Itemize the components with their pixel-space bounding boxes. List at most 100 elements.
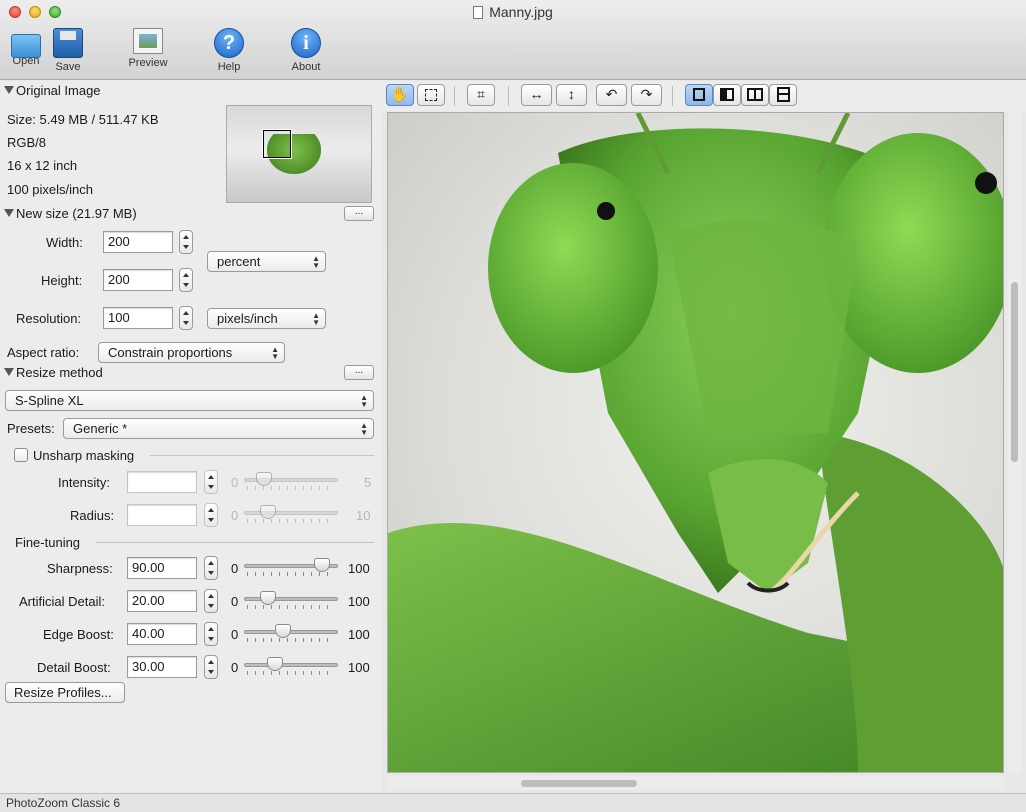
horizontal-scroll-thumb[interactable] [521,780,637,787]
divider [454,86,455,106]
vertical-scrollbar[interactable] [1008,112,1022,773]
rotate-right-button[interactable]: ↷ [631,84,662,106]
radius-min-label: 0 [231,508,239,523]
navigator-viewport-box[interactable] [263,130,291,158]
status-text: PhotoZoom Classic 6 [6,796,121,810]
stacked-view-button[interactable] [769,84,797,106]
resolution-stepper[interactable] [179,306,193,330]
radius-input[interactable] [127,504,197,526]
edge-boost-input[interactable]: 40.00 [127,623,197,645]
stacked-pane-icon [776,87,790,102]
radius-label: Radius: [70,508,115,523]
select-arrows-icon: ▲ ▼ [360,421,368,437]
intensity-max-label: 5 [364,475,372,490]
aspect-ratio-select[interactable]: Constrain proportions ▲ ▼ [98,342,285,363]
hand-tool-button[interactable]: ✋ [386,84,414,106]
status-bar: PhotoZoom Classic 6 [0,793,1026,812]
preview-button[interactable]: Preview [124,28,172,69]
flip-horizontal-button[interactable]: ↔ [521,84,552,106]
artificial-detail-max-label: 100 [348,594,370,609]
new-size-section-toggle[interactable]: New size (21.97 MB) [4,206,137,221]
artificial-detail-input[interactable]: 20.00 [127,590,197,612]
sharpness-max-label: 100 [348,561,370,576]
crop-button[interactable]: ⌗ [467,84,495,106]
about-button[interactable]: i About [286,28,326,73]
height-label: Height: [41,273,83,288]
height-stepper[interactable] [179,268,193,292]
slider-knob[interactable] [275,624,292,638]
image-preview[interactable] [387,112,1004,773]
image-toolbar: ✋ ⌗ ↔ ↕ ↶ ↷ [382,81,1026,111]
artificial-detail-stepper[interactable] [204,589,218,613]
resize-profiles-button[interactable]: Resize Profiles... [5,682,125,703]
unsharp-masking-label: Unsharp masking [33,448,135,463]
floppy-disk-icon [53,28,83,58]
resize-method-select[interactable]: S-Spline XL ▲ ▼ [5,390,374,411]
sharpness-stepper[interactable] [204,556,218,580]
edge-boost-slider[interactable] [244,624,338,644]
navigator-thumbnail[interactable] [226,105,372,203]
help-button[interactable]: ? Help [210,28,248,73]
divider [96,542,374,543]
detail-boost-slider[interactable] [244,657,338,677]
artificial-detail-slider[interactable] [244,591,338,611]
intensity-input[interactable] [127,471,197,493]
width-input[interactable]: 200 [103,231,173,253]
about-label: About [291,61,321,73]
disclosure-triangle-icon [4,209,14,217]
sharpness-slider[interactable] [244,558,338,578]
vertical-scroll-thumb[interactable] [1011,282,1018,462]
edge-boost-stepper[interactable] [204,622,218,646]
unsharp-masking-checkbox[interactable] [14,448,28,462]
aspect-ratio-label: Aspect ratio: [7,345,80,360]
save-button[interactable]: Save [50,28,86,73]
detail-boost-stepper[interactable] [204,655,218,679]
info-icon: i [291,28,321,58]
size-unit-select[interactable]: percent ▲ ▼ [207,251,326,272]
slider-knob[interactable] [267,657,284,671]
split-view-button[interactable] [713,84,741,106]
detail-boost-label: Detail Boost: [37,660,111,675]
preview-label: Preview [128,57,168,69]
sharpness-input[interactable]: 90.00 [127,557,197,579]
original-image-section-toggle[interactable]: Original Image [4,83,101,98]
presets-select[interactable]: Generic * ▲ ▼ [63,418,374,439]
selection-tool-button[interactable] [417,84,445,106]
folder-icon [11,34,41,58]
radius-slider[interactable] [244,505,338,525]
original-size: Size: 5.49 MB / 511.47 KB [7,112,159,127]
slider-knob[interactable] [259,591,276,605]
artificial-detail-label: Artificial Detail: [19,594,105,609]
slider-knob[interactable] [259,505,276,519]
single-view-button[interactable] [685,84,713,106]
edge-boost-label: Edge Boost: [43,627,114,642]
artificial-detail-min-label: 0 [231,594,239,609]
width-stepper[interactable] [179,230,193,254]
rotate-counterclockwise-icon: ↶ [605,86,618,102]
hand-icon: ✋ [391,86,409,102]
flip-vertical-button[interactable]: ↕ [556,84,587,106]
horizontal-scrollbar[interactable] [387,776,1004,790]
detail-boost-input[interactable]: 30.00 [127,656,197,678]
intensity-label: Intensity: [58,475,111,490]
rotate-left-button[interactable]: ↶ [596,84,627,106]
help-label: Help [217,61,241,73]
radius-stepper[interactable] [204,503,218,527]
resolution-input[interactable]: 100 [103,307,173,329]
resize-method-more-button[interactable]: ... [344,365,374,380]
original-more-button[interactable]: ... [344,206,374,221]
disclosure-triangle-icon [4,86,14,94]
radius-max-label: 10 [356,508,371,523]
side-by-side-view-button[interactable] [741,84,769,106]
slider-knob[interactable] [314,558,331,572]
resize-method-section-toggle[interactable]: Resize method [4,365,103,380]
intensity-stepper[interactable] [204,470,218,494]
resolution-unit-select[interactable]: pixels/inch ▲ ▼ [207,308,326,329]
height-input[interactable]: 200 [103,269,173,291]
disclosure-triangle-icon [4,368,14,376]
intensity-slider[interactable] [244,472,338,492]
sharpness-min-label: 0 [231,561,239,576]
original-color-mode: RGB/8 [7,135,47,150]
open-button[interactable]: Open [8,28,44,67]
slider-knob[interactable] [255,472,272,486]
